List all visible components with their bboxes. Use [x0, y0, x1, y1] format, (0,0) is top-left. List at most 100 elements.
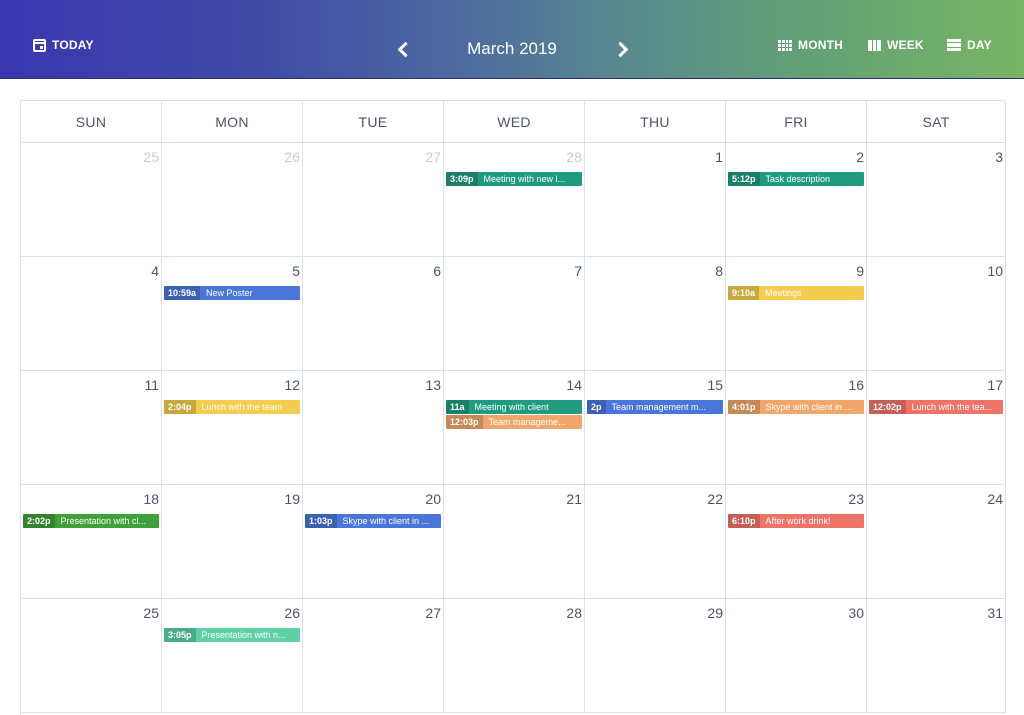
day-cell[interactable]: 5 10:59a New Poster [162, 257, 303, 371]
calendar-event[interactable]: 4:01p Skype with client in ... [728, 400, 864, 414]
day-view-button[interactable]: DAY [947, 38, 992, 52]
day-number: 25 [143, 149, 159, 165]
calendar-event[interactable]: 2p Team management m... [587, 400, 723, 414]
day-number: 27 [425, 149, 441, 165]
day-number: 6 [433, 263, 441, 279]
day-cell[interactable]: 15 2p Team management m... [585, 371, 726, 485]
calendar-event[interactable]: 1:03p Skype with client in ... [305, 514, 441, 528]
day-number: 3 [995, 149, 1003, 165]
event-time: 1:03p [305, 514, 337, 528]
day-cell[interactable]: 25 [21, 143, 162, 257]
event-title: Task description [765, 174, 831, 184]
week-view-button[interactable]: WEEK [868, 38, 924, 52]
day-number: 20 [425, 491, 441, 507]
calendar-event[interactable]: 3:09p Meeting with new l... [446, 172, 582, 186]
today-button[interactable]: TODAY [33, 38, 94, 52]
event-time: 10:59a [164, 286, 201, 300]
day-cell[interactable]: 14 11a Meeting with client 12:03p Team manag… [444, 371, 585, 485]
day-number: 12 [284, 377, 300, 393]
event-time: 9:10a [728, 286, 760, 300]
week-row: 11 12 2:04p Lunch with the team 13 14 11a Meeti… [21, 371, 1006, 485]
day-number: 9 [856, 263, 864, 279]
day-cell[interactable]: 28 [444, 599, 585, 713]
event-title: Meeting with new l... [483, 174, 566, 184]
day-cell[interactable]: 8 [585, 257, 726, 371]
calendar-event[interactable]: 5:12p Task description [728, 172, 864, 186]
day-cell[interactable]: 29 [585, 599, 726, 713]
event-list: 5:12p Task description [728, 172, 864, 186]
prev-month-chevron-icon[interactable] [397, 41, 414, 58]
event-list: 2:04p Lunch with the team [164, 400, 300, 414]
day-cell[interactable]: 1 [585, 143, 726, 257]
event-title: New Poster [206, 288, 253, 298]
next-month-chevron-icon[interactable] [612, 41, 629, 58]
week-view-label: WEEK [887, 38, 924, 52]
day-cell[interactable]: 24 [867, 485, 1006, 599]
day-cell[interactable]: 25 [21, 599, 162, 713]
event-time: 2p [587, 400, 606, 414]
day-cell[interactable]: 6 [303, 257, 444, 371]
day-number: 16 [848, 377, 864, 393]
event-time: 3:09p [446, 172, 478, 186]
month-view-button[interactable]: MONTH [778, 38, 843, 52]
calendar-event[interactable]: 2:04p Lunch with the team [164, 400, 300, 414]
day-cell[interactable]: 16 4:01p Skype with client in ... [726, 371, 867, 485]
weekday-header-row: SUN MON TUE WED THU FRI SAT [21, 101, 1006, 143]
day-cell[interactable]: 12 2:04p Lunch with the team [162, 371, 303, 485]
day-number: 19 [284, 491, 300, 507]
day-number: 15 [707, 377, 723, 393]
columns-icon [868, 39, 881, 51]
rows-icon [947, 39, 961, 51]
day-cell[interactable]: 27 [303, 143, 444, 257]
calendar-event[interactable]: 2:02p Presentation with cl... [23, 514, 159, 528]
calendar-event[interactable]: 10:59a New Poster [164, 286, 300, 300]
day-cell[interactable]: 13 [303, 371, 444, 485]
day-cell[interactable]: 17 12:02p Lunch with the tea... [867, 371, 1006, 485]
day-cell[interactable]: 11 [21, 371, 162, 485]
event-list: 3:05p Presentation with n... [164, 628, 300, 642]
week-row: 25 26 3:05p Presentation with n... 27 28 29 30 3… [21, 599, 1006, 713]
day-cell[interactable]: 22 [585, 485, 726, 599]
event-time: 5:12p [728, 172, 760, 186]
day-cell[interactable]: 3 [867, 143, 1006, 257]
day-cell[interactable]: 26 [162, 143, 303, 257]
calendar-event[interactable]: 12:03p Team manageme... [446, 415, 582, 429]
weekday-header: SUN [21, 101, 162, 143]
day-cell[interactable]: 19 [162, 485, 303, 599]
month-grid: SUN MON TUE WED THU FRI SAT 25 26 27 28 3:09… [20, 100, 1006, 715]
day-cell[interactable]: 23 6:10p After work drink! [726, 485, 867, 599]
day-view-label: DAY [967, 38, 992, 52]
event-time: 3:05p [164, 628, 196, 642]
event-title: Skype with client in ... [765, 402, 853, 412]
day-cell[interactable]: 10 [867, 257, 1006, 371]
day-cell[interactable]: 26 3:05p Presentation with n... [162, 599, 303, 713]
calendar-icon [33, 38, 46, 52]
day-number: 18 [143, 491, 159, 507]
day-cell[interactable]: 18 2:02p Presentation with cl... [21, 485, 162, 599]
day-cell[interactable]: 27 [303, 599, 444, 713]
event-time: 11a [446, 400, 469, 414]
event-time: 12:03p [446, 415, 483, 429]
day-cell[interactable]: 2 5:12p Task description [726, 143, 867, 257]
day-cell[interactable]: 31 [867, 599, 1006, 713]
day-cell[interactable]: 28 3:09p Meeting with new l... [444, 143, 585, 257]
day-cell[interactable]: 7 [444, 257, 585, 371]
day-cell[interactable]: 4 [21, 257, 162, 371]
day-number: 27 [425, 605, 441, 621]
day-cell[interactable]: 9 9:10a Meetings [726, 257, 867, 371]
day-number: 1 [715, 149, 723, 165]
calendar-event[interactable]: 6:10p After work drink! [728, 514, 864, 528]
calendar-event[interactable]: 3:05p Presentation with n... [164, 628, 300, 642]
day-number: 22 [707, 491, 723, 507]
weekday-header: FRI [726, 101, 867, 143]
calendar-event[interactable]: 12:02p Lunch with the tea... [869, 400, 1003, 414]
event-list: 11a Meeting with client 12:03p Team managem… [446, 400, 582, 429]
calendar-event[interactable]: 11a Meeting with client [446, 400, 582, 414]
day-number: 4 [151, 263, 159, 279]
calendar-event[interactable]: 9:10a Meetings [728, 286, 864, 300]
event-title: Presentation with cl... [60, 516, 147, 526]
event-title: Skype with client in ... [342, 516, 430, 526]
day-cell[interactable]: 30 [726, 599, 867, 713]
day-cell[interactable]: 20 1:03p Skype with client in ... [303, 485, 444, 599]
day-cell[interactable]: 21 [444, 485, 585, 599]
